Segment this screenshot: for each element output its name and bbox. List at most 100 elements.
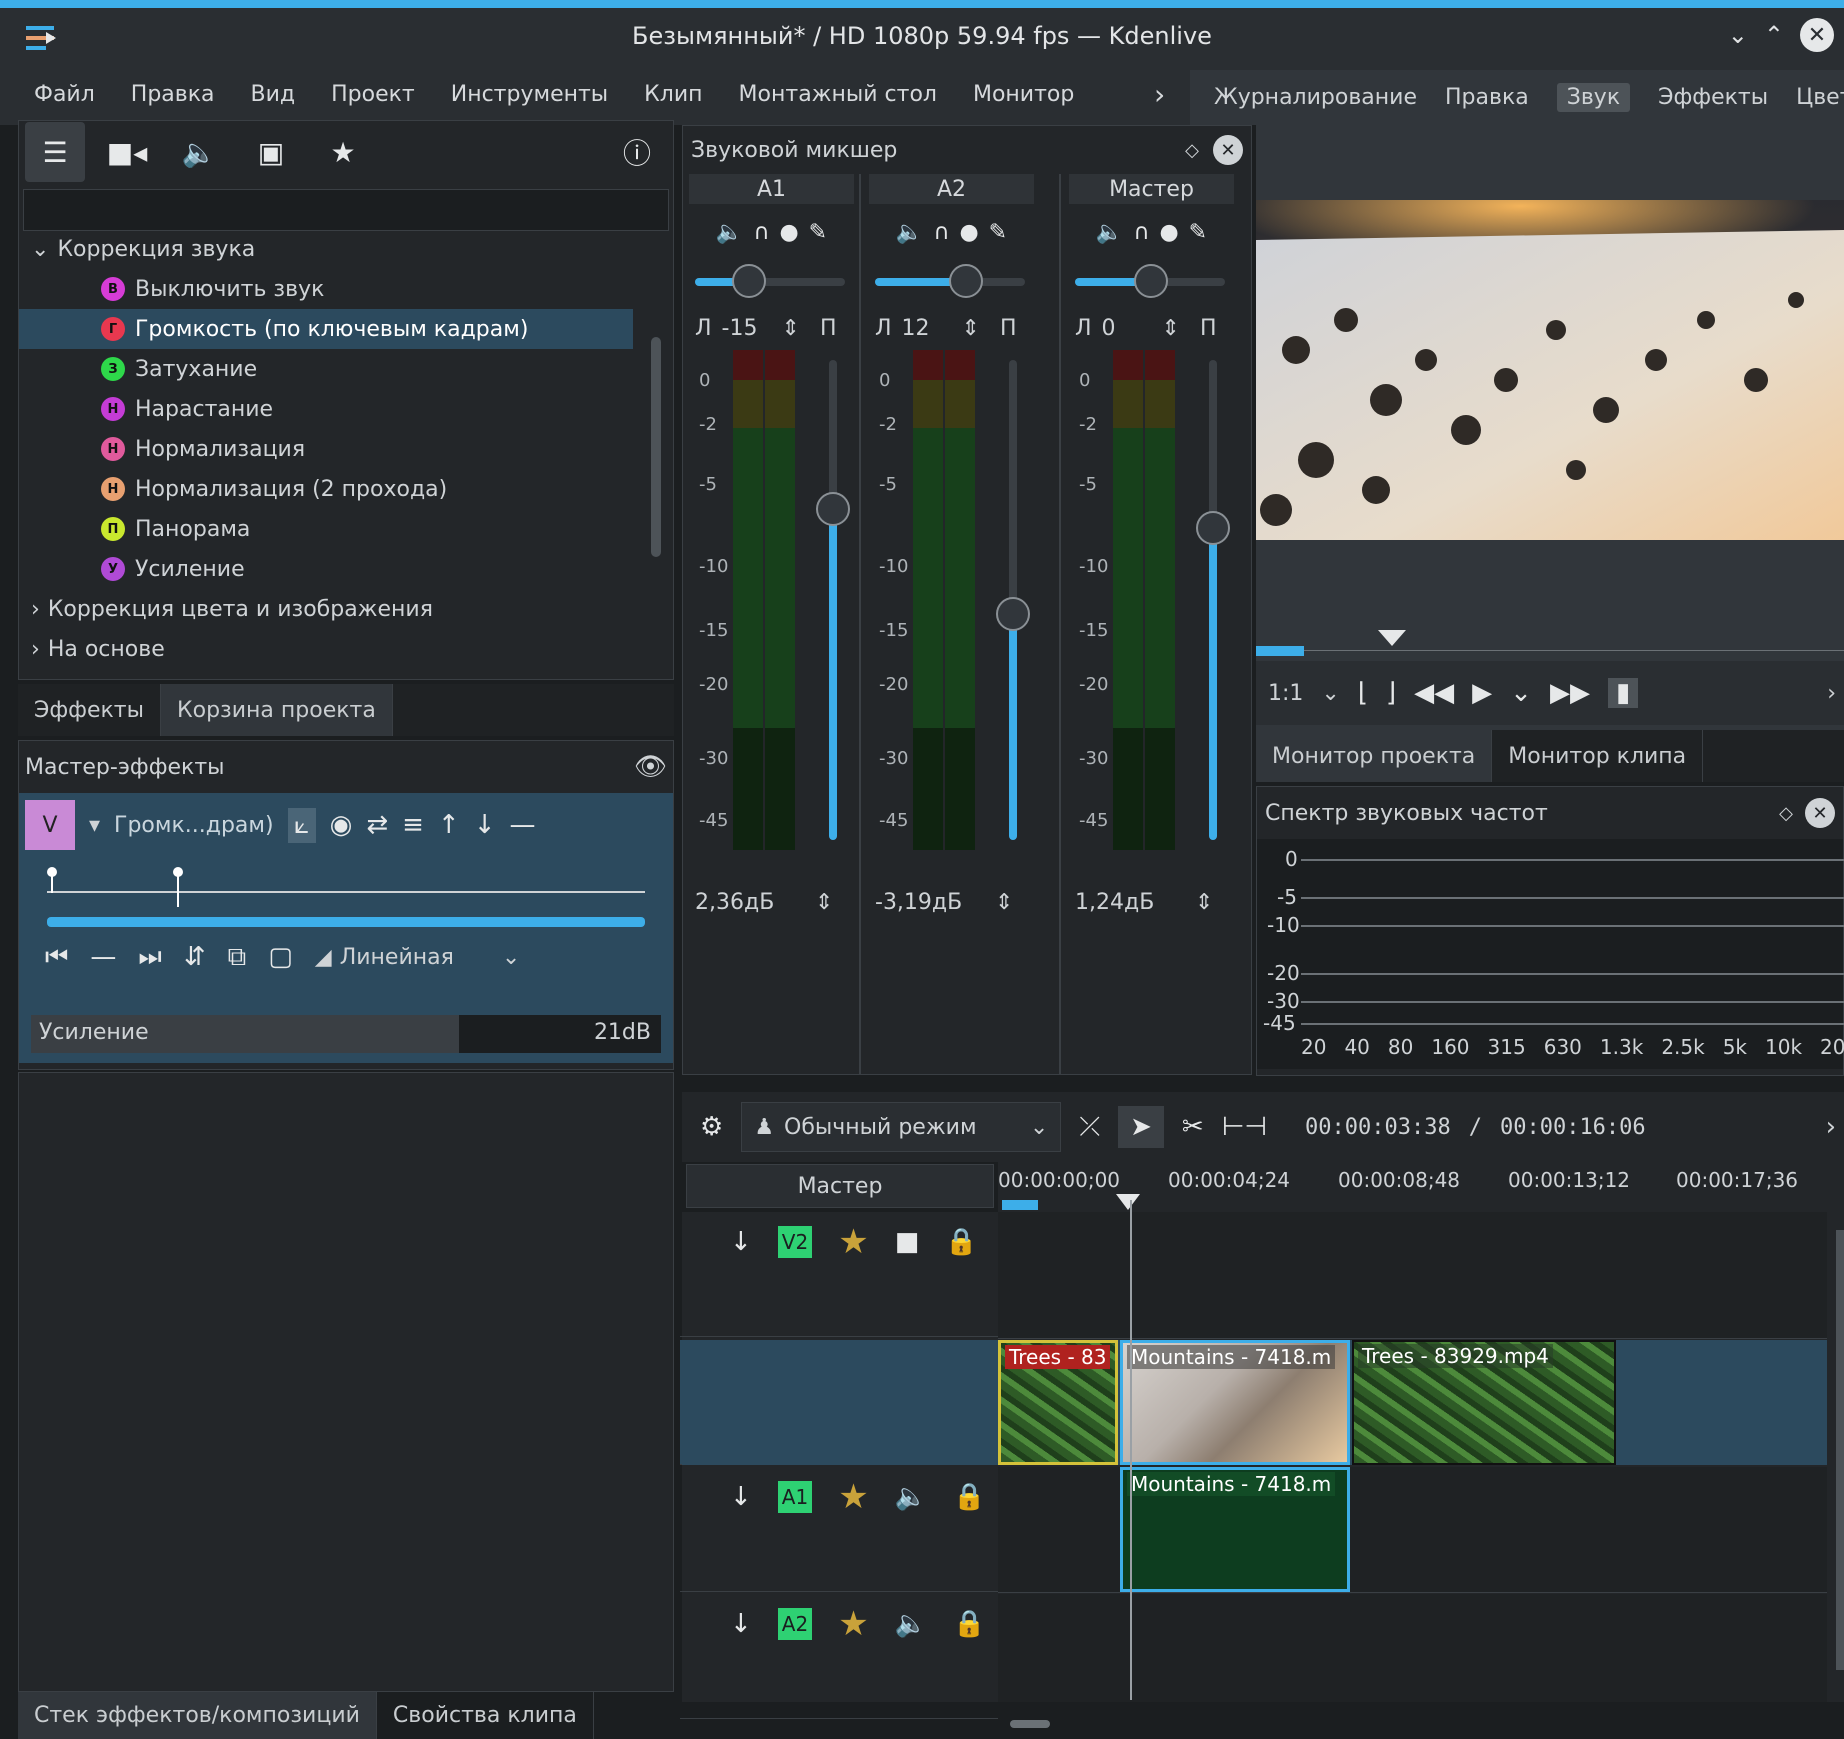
category-audio-correction[interactable]: ⌄ Коррекция звука <box>19 237 673 269</box>
favorites-icon[interactable]: ★ <box>313 122 373 182</box>
level-value[interactable]: 1,24дБ <box>1075 890 1185 915</box>
monitor-more-icon[interactable]: › <box>1827 681 1836 706</box>
remove-effect-icon[interactable]: — <box>510 810 536 840</box>
track-header-a2[interactable]: ↓ A2 ★ 🔈 🔒 <box>680 1594 998 1719</box>
effects-search-input[interactable] <box>23 189 669 231</box>
keyframe-ruler[interactable] <box>47 857 645 917</box>
timeline-playhead-icon[interactable] <box>1116 1194 1140 1210</box>
level-spin-icon[interactable]: ⇕ <box>815 890 833 915</box>
record-icon[interactable]: ● <box>779 220 798 245</box>
track-audio-icon[interactable]: 🔈 <box>895 1609 927 1639</box>
track-name-badge[interactable]: A2 <box>777 1608 813 1640</box>
solo-headphones-icon[interactable]: ∩ <box>1133 220 1149 245</box>
selection-tool-icon[interactable]: ➤ <box>1118 1106 1164 1148</box>
pan-spin-icon[interactable]: ⇕ <box>1162 316 1180 341</box>
effect-item[interactable]: У Усиление <box>19 549 673 589</box>
close-button[interactable]: ✕ <box>1800 18 1834 52</box>
category-based-on[interactable]: › На основе <box>19 629 673 669</box>
timecode-current[interactable]: 00:00:03:38 <box>1305 1115 1451 1140</box>
effects-icon[interactable]: ✎ <box>989 220 1007 245</box>
track-target-arrow-icon[interactable]: ↓ <box>730 1227 752 1257</box>
solo-headphones-icon[interactable]: ∩ <box>933 220 949 245</box>
effect-item[interactable]: П Панорама <box>19 509 673 549</box>
menu-timeline[interactable]: Монтажный стол <box>739 82 937 107</box>
zone-icon[interactable]: ▮ <box>1607 678 1639 708</box>
volume-knob[interactable] <box>816 492 850 526</box>
menu-icon[interactable]: ≡ <box>402 810 424 840</box>
track-lock-icon[interactable]: 🔒 <box>953 1482 985 1512</box>
workspace-audio[interactable]: Звук <box>1556 83 1631 112</box>
timeline-more-icon[interactable]: › <box>1826 1112 1836 1142</box>
track-target-arrow-icon[interactable]: ↓ <box>730 1609 752 1639</box>
tab-clip-properties[interactable]: Свойства клипа <box>377 1692 594 1739</box>
pan-value[interactable]: 12 <box>902 316 952 341</box>
set-out-point-icon[interactable]: ⌋ <box>1386 678 1396 708</box>
volume-knob[interactable] <box>1196 511 1230 545</box>
level-spin-icon[interactable]: ⇕ <box>995 890 1013 915</box>
category-color-correction[interactable]: › Коррекция цвета и изображения <box>19 589 673 629</box>
track-target-arrow-icon[interactable]: ↓ <box>730 1482 752 1512</box>
workspace-logging[interactable]: Журналирование <box>1214 85 1417 110</box>
track-favorite-star-icon[interactable]: ★ <box>838 1604 868 1644</box>
mute-icon[interactable]: 🔈 <box>896 220 923 245</box>
pan-spin-icon[interactable]: ⇕ <box>782 316 800 341</box>
remove-keyframe-icon[interactable]: — <box>90 942 116 972</box>
solo-headphones-icon[interactable]: ∩ <box>753 220 769 245</box>
next-keyframe-icon[interactable]: ⏭ <box>138 942 161 973</box>
track-name-badge[interactable]: V2 <box>777 1226 813 1258</box>
effect-item[interactable]: Н Нормализация <box>19 429 673 469</box>
cut-tool-icon[interactable]: ✂ <box>1182 1112 1204 1142</box>
menu-file[interactable]: Файл <box>34 82 95 107</box>
align-keyframe-icon[interactable]: ⇵ <box>184 942 206 972</box>
menu-monitor[interactable]: Монитор <box>973 82 1074 107</box>
pan-slider[interactable] <box>1069 260 1234 306</box>
track-video-icon[interactable]: ■ <box>895 1227 920 1257</box>
info-icon[interactable]: ⓘ <box>607 122 667 182</box>
timeline-horizontal-scrollbar[interactable] <box>1010 1720 1050 1728</box>
menu-project[interactable]: Проект <box>331 82 415 107</box>
clip-trees-b[interactable]: Trees - 83929.mp4 <box>1352 1340 1616 1465</box>
razor-disabled-icon[interactable]: ⤫ <box>1079 1112 1100 1143</box>
gain-slider[interactable]: Усиление 21dB <box>31 1015 661 1053</box>
maximize-button[interactable]: ⌃ <box>1764 21 1784 49</box>
record-icon[interactable]: ● <box>1159 220 1178 245</box>
track-audio-icon[interactable]: 🔈 <box>895 1482 927 1512</box>
menu-edit[interactable]: Правка <box>131 82 215 107</box>
mute-icon[interactable]: 🔈 <box>1096 220 1123 245</box>
track-favorite-star-icon[interactable]: ★ <box>838 1222 868 1262</box>
effect-item[interactable]: Н Нормализация (2 прохода) <box>19 469 673 509</box>
record-icon[interactable]: ● <box>959 220 978 245</box>
set-in-point-icon[interactable]: ⌊ <box>1358 678 1368 708</box>
timeline-master-button[interactable]: Мастер <box>686 1164 994 1208</box>
track-favorite-star-icon[interactable]: ★ <box>838 1477 868 1517</box>
effect-item[interactable]: В Выключить звук <box>19 269 673 309</box>
fast-forward-icon[interactable]: ▶▶ <box>1550 678 1590 708</box>
paste-keyframe-icon[interactable]: ▢ <box>268 942 293 972</box>
keyframe-curve-icon[interactable]: ⟀ <box>288 807 316 843</box>
level-value[interactable]: 2,36дБ <box>695 890 805 915</box>
effects-icon[interactable]: ✎ <box>809 220 827 245</box>
audio-effects-icon[interactable]: 🔈 <box>169 122 229 182</box>
menu-overflow-button[interactable]: › <box>1154 78 1165 111</box>
timeline-ruler[interactable]: 00:00:00;00 00:00:04;24 00:00:08;48 00:0… <box>998 1160 1844 1212</box>
workspace-color[interactable]: Цвет <box>1796 85 1844 110</box>
volume-knob[interactable] <box>996 597 1030 631</box>
minimize-button[interactable]: ⌄ <box>1728 21 1748 49</box>
effect-item[interactable]: З Затухание <box>19 349 673 389</box>
collapse-arrow-icon[interactable]: ▾ <box>89 813 100 838</box>
workspace-effects[interactable]: Эффекты <box>1658 85 1768 110</box>
close-panel-icon[interactable]: ✕ <box>1213 135 1243 165</box>
zoom-select[interactable]: 1:1 <box>1268 681 1303 706</box>
monitor-ruler[interactable] <box>1256 630 1844 656</box>
monitor-playhead-icon[interactable] <box>1378 630 1406 646</box>
menu-view[interactable]: Вид <box>251 82 296 107</box>
compare-icon[interactable]: ⇄ <box>366 810 388 840</box>
tab-project-monitor[interactable]: Монитор проекта <box>1256 730 1493 782</box>
play-icon[interactable]: ▶ <box>1472 678 1492 708</box>
effects-icon[interactable]: ✎ <box>1189 220 1207 245</box>
pan-value[interactable]: 0 <box>1102 316 1152 341</box>
edit-mode-select[interactable]: ♟ Обычный режим ⌄ <box>741 1102 1062 1152</box>
float-panel-icon[interactable]: ◇ <box>1185 140 1199 161</box>
pan-value[interactable]: -15 <box>722 316 772 341</box>
zoom-dropdown-icon[interactable]: ⌄ <box>1321 681 1339 706</box>
